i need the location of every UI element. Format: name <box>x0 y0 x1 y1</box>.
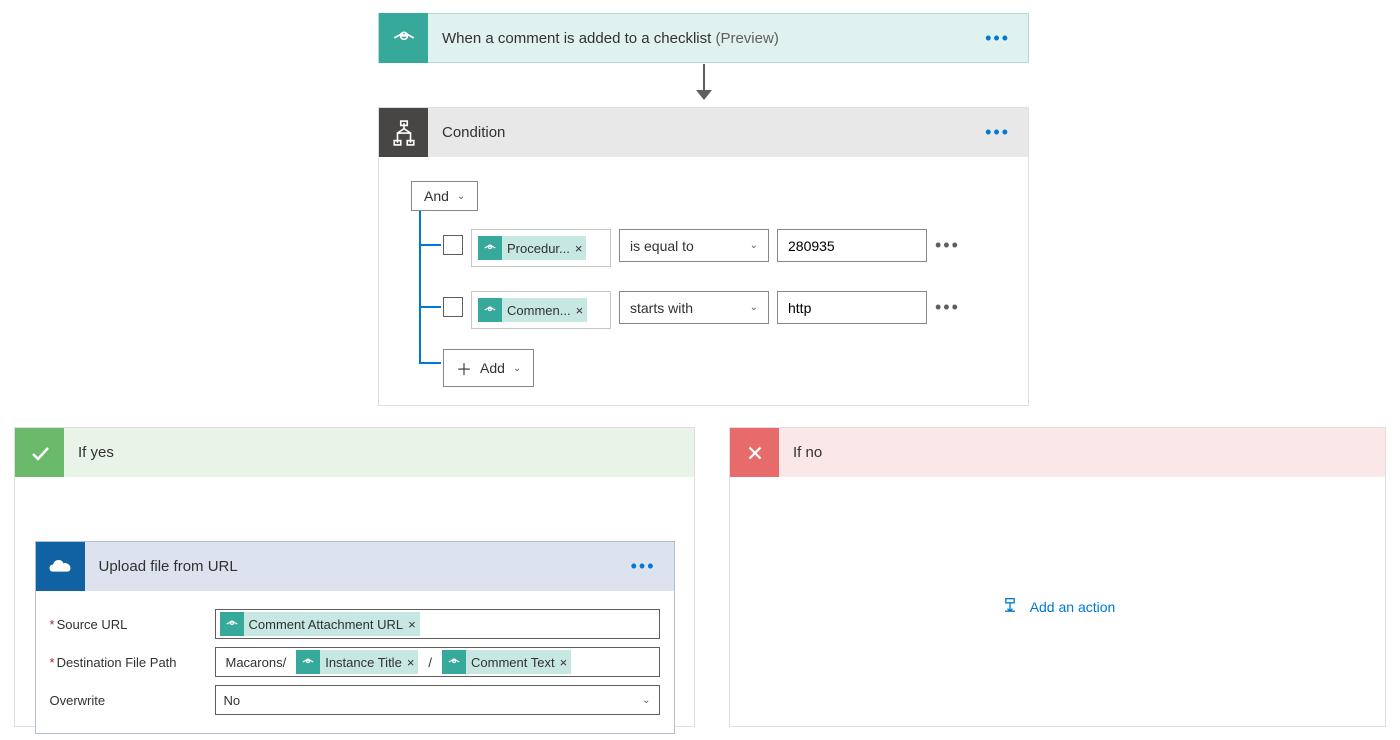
trigger-card[interactable]: When a comment is added to a checklist (… <box>378 13 1029 63</box>
operand-left-field[interactable]: Commen... × <box>471 291 611 329</box>
token-connector-icon <box>478 236 502 260</box>
chevron-down-icon: ⌄ <box>457 191 465 202</box>
add-action-button[interactable]: Add an action <box>730 597 1385 617</box>
onedrive-icon <box>36 542 85 591</box>
token-connector-icon <box>442 650 466 674</box>
source-url-field[interactable]: Comment Attachment URL × <box>215 609 660 639</box>
if-no-label: If no <box>793 444 822 461</box>
overwrite-dropdown[interactable]: No ⌄ <box>215 685 660 715</box>
if-no-branch: If no Add an action <box>729 427 1386 727</box>
operand-left-field[interactable]: Procedur... × <box>471 229 611 267</box>
action-card: Upload file from URL ••• *Source URL Com… <box>35 541 675 734</box>
row-checkbox[interactable] <box>443 235 463 255</box>
dynamic-token[interactable]: Comment Text × <box>442 650 571 674</box>
token-connector-icon <box>296 650 320 674</box>
trigger-more-menu[interactable]: ••• <box>985 28 1010 49</box>
check-icon <box>15 428 64 477</box>
remove-token-icon[interactable]: × <box>575 241 583 256</box>
dynamic-token[interactable]: Instance Title × <box>296 650 418 674</box>
condition-header[interactable]: Condition ••• <box>379 108 1028 157</box>
plus-icon: ＋ <box>456 356 472 380</box>
row-more-menu[interactable]: ••• <box>935 235 960 256</box>
field-label-dest-path: *Destination File Path <box>50 655 215 670</box>
token-connector-icon <box>478 298 502 322</box>
if-yes-header: If yes <box>15 428 694 477</box>
row-checkbox[interactable] <box>443 297 463 317</box>
field-label-overwrite: Overwrite <box>50 693 215 708</box>
action-header[interactable]: Upload file from URL ••• <box>36 542 674 591</box>
operator-dropdown[interactable]: starts with⌄ <box>619 291 769 324</box>
chevron-down-icon: ⌄ <box>750 302 758 313</box>
operator-dropdown[interactable]: is equal to⌄ <box>619 229 769 262</box>
action-more-menu[interactable]: ••• <box>631 556 656 577</box>
row-more-menu[interactable]: ••• <box>935 297 960 318</box>
close-icon <box>730 428 779 477</box>
arrow-connector <box>696 64 712 102</box>
add-condition-button[interactable]: ＋ Add ⌄ <box>443 349 534 387</box>
dynamic-token[interactable]: Procedur... × <box>478 236 586 260</box>
dynamic-token[interactable]: Commen... × <box>478 298 587 322</box>
condition-title: Condition <box>442 124 505 141</box>
condition-more-menu[interactable]: ••• <box>985 122 1010 143</box>
remove-token-icon[interactable]: × <box>408 617 416 632</box>
trigger-connector-icon <box>379 13 428 63</box>
preview-badge: (Preview) <box>715 30 778 47</box>
condition-row: Commen... × starts with⌄ ••• <box>411 291 996 329</box>
action-title: Upload file from URL <box>99 558 238 575</box>
chevron-down-icon: ⌄ <box>513 363 521 374</box>
chevron-down-icon: ⌄ <box>750 240 758 251</box>
if-no-header: If no <box>730 428 1385 477</box>
operand-right-input[interactable] <box>777 229 927 262</box>
token-connector-icon <box>220 612 244 636</box>
dest-path-field[interactable]: Macarons/ Instance Title × / <box>215 647 660 677</box>
remove-token-icon[interactable]: × <box>560 655 568 670</box>
add-action-icon <box>1000 597 1020 617</box>
condition-row: Procedur... × is equal to⌄ ••• <box>411 229 996 267</box>
remove-token-icon[interactable]: × <box>407 655 415 670</box>
chevron-down-icon: ⌄ <box>642 695 650 706</box>
if-yes-label: If yes <box>78 444 114 461</box>
trigger-title: When a comment is added to a checklist (… <box>442 30 779 47</box>
condition-card: Condition ••• And⌄ <box>378 107 1029 406</box>
field-label-source-url: *Source URL <box>50 617 215 632</box>
condition-icon <box>379 108 428 157</box>
remove-token-icon[interactable]: × <box>576 303 584 318</box>
dynamic-token[interactable]: Comment Attachment URL × <box>220 612 420 636</box>
operand-right-input[interactable] <box>777 291 927 324</box>
condition-group-operator[interactable]: And⌄ <box>411 181 478 211</box>
if-yes-branch: If yes Upload file from URL ••• *Source … <box>14 427 695 727</box>
